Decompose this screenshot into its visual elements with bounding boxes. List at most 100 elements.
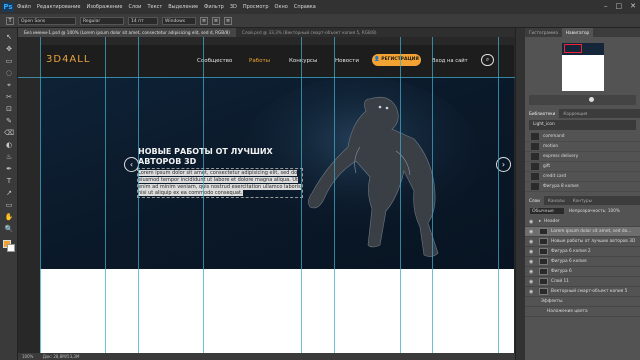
nav-link-works[interactable]: Работы xyxy=(249,58,270,64)
menu-window[interactable]: Окно xyxy=(275,4,288,10)
zoom-slider[interactable] xyxy=(529,95,636,105)
tab-channels[interactable]: Каналы xyxy=(544,196,569,205)
eye-icon[interactable]: ◉ xyxy=(529,289,536,295)
status-bar: 100% Док: 28,8M/53,3M xyxy=(18,353,515,360)
eye-icon[interactable]: ◉ xyxy=(529,239,536,245)
opacity-field[interactable]: Непрозрачность: 100% xyxy=(569,207,620,215)
layer-row[interactable]: ◉ ▸ Header xyxy=(525,217,640,227)
brush-tool-icon[interactable]: ✎ xyxy=(3,116,15,126)
eye-icon[interactable]: ◉ xyxy=(529,279,536,285)
library-item[interactable]: command xyxy=(525,132,640,142)
register-button[interactable]: 👤 РЕГИСТРАЦИЯ xyxy=(372,54,421,66)
layer-row[interactable]: ◉ Фигура 6 копия 2 xyxy=(525,247,640,257)
login-link[interactable]: Вход на сайт xyxy=(432,58,468,64)
zoom-level[interactable]: 100% xyxy=(22,354,33,359)
background-color-swatch[interactable] xyxy=(7,244,15,252)
path-select-tool-icon[interactable]: ↗ xyxy=(3,188,15,198)
guide-line xyxy=(301,37,302,353)
eye-icon[interactable]: ◉ xyxy=(529,229,536,235)
eraser-tool-icon[interactable]: ⌫ xyxy=(3,128,15,138)
library-item[interactable]: express delivery xyxy=(525,152,640,162)
eye-icon[interactable]: ◉ xyxy=(529,219,536,225)
hand-tool-icon[interactable]: ✋ xyxy=(3,212,15,222)
marquee-tool-icon[interactable]: ▭ xyxy=(3,56,15,66)
minimize-button[interactable]: – xyxy=(604,2,608,10)
eye-icon[interactable]: ◉ xyxy=(529,259,536,265)
menu-view[interactable]: Просмотр xyxy=(243,4,269,10)
type-tool-icon[interactable]: T xyxy=(6,16,14,25)
menu-help[interactable]: Справка xyxy=(294,4,316,10)
tab-document-1[interactable]: Без имени-1.psd @ 100% (Lorem ipsum dolo… xyxy=(18,28,236,37)
eye-icon[interactable]: ◉ xyxy=(529,269,536,275)
right-panels: Гистограмма Навигатор Библиотеки Коррекц… xyxy=(525,28,640,360)
menu-select[interactable]: Выделение xyxy=(168,4,198,10)
lasso-tool-icon[interactable]: ◌ xyxy=(3,68,15,78)
library-item[interactable]: credit card xyxy=(525,172,640,182)
quick-select-tool-icon[interactable]: ⌖ xyxy=(3,80,15,90)
nav-link-news[interactable]: Новости xyxy=(335,58,359,64)
library-item[interactable]: motion xyxy=(525,142,640,152)
search-icon[interactable]: ⌕ xyxy=(481,54,494,66)
tab-libraries[interactable]: Библиотеки xyxy=(525,109,560,118)
slider-prev-button[interactable]: ‹ xyxy=(124,157,139,172)
navigator-preview[interactable] xyxy=(561,43,604,91)
layer-effects-row[interactable]: Эффекты xyxy=(525,297,640,307)
view-rectangle[interactable] xyxy=(563,44,582,53)
layer-thumb xyxy=(539,278,548,285)
tab-adjustments[interactable]: Коррекция xyxy=(559,109,591,118)
crop-tool-icon[interactable]: ✂ xyxy=(3,92,15,102)
font-family-select[interactable]: Open Sans xyxy=(18,16,76,25)
menu-type[interactable]: Текст xyxy=(147,4,162,10)
menu-file[interactable]: Файл xyxy=(17,4,31,10)
tab-paths[interactable]: Контуры xyxy=(569,196,596,205)
artboard-tool-icon[interactable]: ✥ xyxy=(3,44,15,54)
menu-3d[interactable]: 3D xyxy=(230,4,237,10)
library-item[interactable]: gift xyxy=(525,162,640,172)
tab-histogram[interactable]: Гистограмма xyxy=(525,28,562,37)
frame-tool-icon[interactable]: ⊡ xyxy=(3,104,15,114)
library-select[interactable]: Light_icon xyxy=(529,120,636,130)
align-left-icon[interactable]: ≡ xyxy=(200,16,208,25)
zoom-tool-icon[interactable]: 🔍 xyxy=(3,224,15,234)
antialias-select[interactable]: Windows xyxy=(162,16,196,25)
layer-row[interactable]: ◉ Новые работы от лучших авторов 3D xyxy=(525,237,640,247)
menu-edit[interactable]: Редактирование xyxy=(37,4,81,10)
menu-filter[interactable]: Фильтр xyxy=(204,4,224,10)
canvas-area[interactable]: 3D4ALL Сообщество Работы Конкурсы Новост… xyxy=(18,37,515,353)
move-tool-icon[interactable]: ↖ xyxy=(3,32,15,42)
tab-layers[interactable]: Слои xyxy=(525,196,544,205)
library-item[interactable]: Фигура 8 копия xyxy=(525,182,640,192)
hero-text[interactable]: Lorem ipsum dolor sit amet, consectetur … xyxy=(138,170,304,197)
library-item-label: command xyxy=(543,134,565,139)
layer-row[interactable]: ◉ Векторный смарт-объект копия 5 xyxy=(525,287,640,297)
dodge-tool-icon[interactable]: ♨ xyxy=(3,152,15,162)
site-logo[interactable]: 3D4ALL xyxy=(46,54,90,65)
nav-link-contests[interactable]: Конкурсы xyxy=(289,58,317,64)
maximize-button[interactable]: □ xyxy=(616,2,623,10)
font-style-select[interactable]: Regular xyxy=(80,16,124,25)
blend-mode-select[interactable]: Обычные xyxy=(529,207,565,215)
align-center-icon[interactable]: ≡ xyxy=(212,16,220,25)
pen-tool-icon[interactable]: ✒ xyxy=(3,164,15,174)
layer-effect-row[interactable]: Наложение цвета xyxy=(525,307,640,317)
layer-row[interactable]: ◉ Фигура 6 копия xyxy=(525,257,640,267)
menu-layers[interactable]: Слои xyxy=(128,4,141,10)
layer-row[interactable]: ◉ Фигура 6 xyxy=(525,267,640,277)
zoom-slider-handle[interactable] xyxy=(589,97,594,102)
menu-image[interactable]: Изображение xyxy=(86,4,122,10)
tab-navigator[interactable]: Навигатор xyxy=(561,28,594,37)
align-right-icon[interactable]: ≡ xyxy=(224,16,232,25)
tab-document-2[interactable]: Слой.psd @ 33,3% (Векторный смарт-объект… xyxy=(236,28,383,37)
font-size-select[interactable]: 14 пт xyxy=(128,16,158,25)
type-tool-icon[interactable]: T xyxy=(3,176,15,186)
shape-tool-icon[interactable]: ▭ xyxy=(3,200,15,210)
layers-list: ◉ ▸ Header ◉ Lorem ipsum dolor sit amet, se… xyxy=(525,217,640,317)
layer-name: Фигура 6 xyxy=(551,269,572,274)
close-button[interactable]: ✕ xyxy=(630,2,636,10)
layer-row[interactable]: ◉ Lorem ipsum dolor sit amet, sed do... xyxy=(525,227,640,237)
eye-icon[interactable]: ◉ xyxy=(529,249,536,255)
layer-row[interactable]: ◉ Слой 11 xyxy=(525,277,640,287)
gradient-tool-icon[interactable]: ◐ xyxy=(3,140,15,150)
options-bar: T Open Sans Regular 14 пт Windows ≡ ≡ ≡ xyxy=(0,14,640,28)
document-canvas[interactable]: 3D4ALL Сообщество Работы Конкурсы Новост… xyxy=(40,45,514,353)
